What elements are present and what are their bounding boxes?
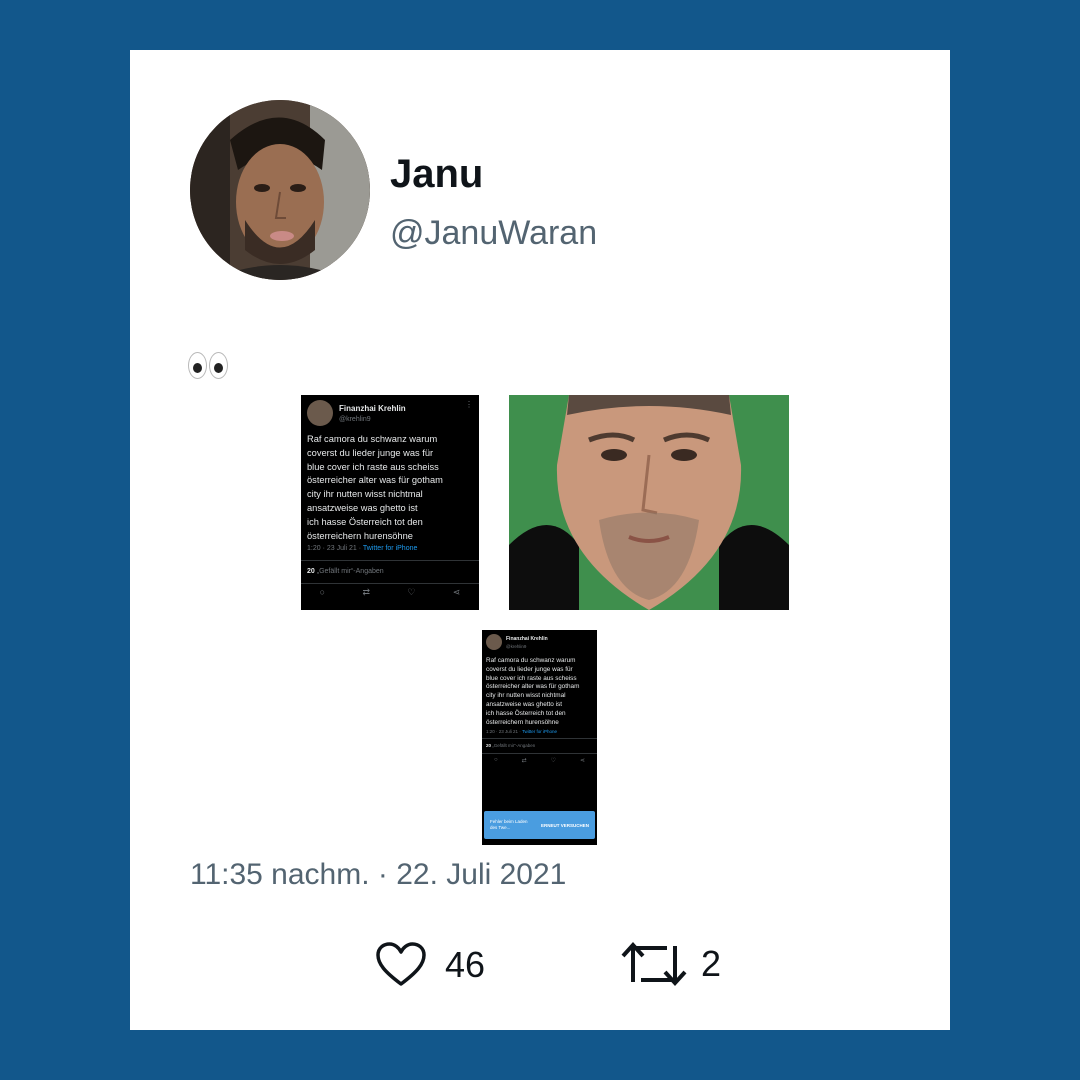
- screenshot-avatar: [486, 634, 502, 650]
- like-stat[interactable]: 46: [375, 942, 485, 988]
- retweet-icon[interactable]: [621, 942, 687, 986]
- screenshot-avatar: [307, 400, 333, 426]
- screenshot-name: Finanzhai Krehlin: [506, 635, 548, 642]
- screenshot-text: Raf camora du schwanz warum coverst du l…: [486, 657, 580, 726]
- retweet-icon: ⇄: [521, 758, 527, 764]
- media-portrait-photo[interactable]: [509, 395, 789, 610]
- screenshot-meta: 1:20 · 23 Juli 21 · Twitter for iPhone: [307, 545, 418, 552]
- tweet-card: Janu @JanuWaran Finanzhai Krehlin @krehl…: [130, 50, 950, 1030]
- reply-icon: ○: [493, 757, 498, 763]
- eye-icon: [209, 352, 228, 379]
- screenshot-handle: @krehlin9: [506, 643, 527, 649]
- tweet-timestamp[interactable]: 11:35 nachm. · 22. Juli 2021: [190, 858, 566, 892]
- screenshot-header: Finanzhai Krehlin @krehlin9: [486, 634, 548, 650]
- error-message: Fehler beim Laden des Twe...: [490, 819, 528, 830]
- tweet-text: [188, 350, 228, 390]
- like-icon: ♡: [550, 758, 556, 764]
- reply-icon: ○: [319, 587, 326, 597]
- like-icon: ♡: [407, 587, 416, 597]
- media-tweet-screenshot-small[interactable]: Finanzhai Krehlin @krehlin9 Raf camora d…: [482, 630, 597, 845]
- screenshot-name: Finanzhai Krehlin: [339, 403, 406, 413]
- screenshot-meta: 1:20 · 23 Juli 21 · Twitter for iPhone: [486, 729, 557, 734]
- heart-icon[interactable]: [375, 942, 427, 988]
- like-count: 46: [445, 944, 486, 985]
- screenshot-actions: ○ ⇄ ♡ ⋖: [301, 587, 479, 598]
- avatar[interactable]: [190, 100, 370, 280]
- screenshot-likes: 20 „Gefällt mir“-Angaben: [301, 560, 479, 584]
- screenshot-actions: ○ ⇄ ♡ ⋖: [482, 757, 597, 764]
- share-icon: ⋖: [452, 587, 461, 597]
- retweet-icon: ⇄: [362, 587, 370, 597]
- screenshot-handle: @krehlin9: [339, 415, 371, 423]
- more-icon: ⋮: [465, 400, 473, 409]
- user-handle[interactable]: @JanuWaran: [390, 214, 597, 253]
- screenshot-text: Raf camora du schwanz warum coverst du l…: [307, 434, 443, 541]
- retry-button: ERNEUT VERSUCHEN: [540, 822, 589, 828]
- error-banner: Fehler beim Laden des Twe... ERNEUT VERS…: [484, 811, 595, 839]
- media-tweet-screenshot[interactable]: Finanzhai Krehlin @krehlin9 ⋮ Raf camora…: [301, 395, 479, 610]
- display-name[interactable]: Janu: [390, 152, 483, 197]
- share-icon: ⋖: [579, 758, 585, 764]
- retweet-count: 2: [701, 943, 722, 984]
- eyes-emoji: [188, 352, 228, 379]
- screenshot-likes: 20 „Gefällt mir“-Angaben: [482, 738, 597, 754]
- eye-icon: [188, 352, 207, 379]
- retweet-stat[interactable]: 2: [621, 942, 721, 986]
- screenshot-header: Finanzhai Krehlin @krehlin9: [307, 400, 406, 426]
